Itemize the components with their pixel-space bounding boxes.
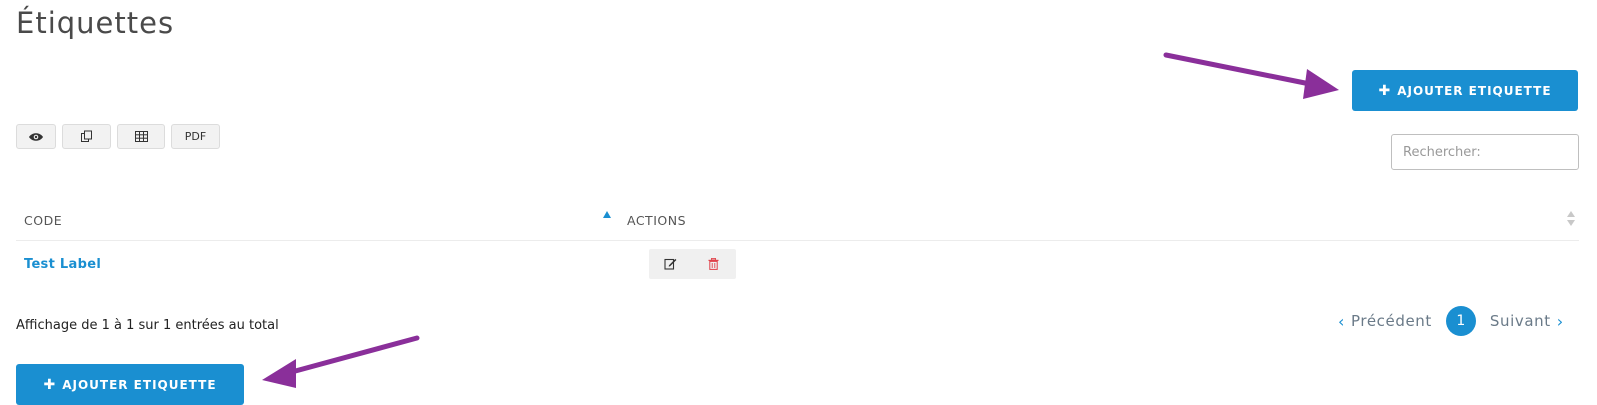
table-header-divider bbox=[16, 240, 1579, 241]
delete-button[interactable] bbox=[692, 249, 735, 279]
next-page-label: Suivant bbox=[1489, 312, 1551, 330]
previous-page-link[interactable]: ‹ Précédent bbox=[1338, 312, 1432, 331]
add-label-button-bottom[interactable]: ✚ AJOUTER ETIQUETTE bbox=[16, 364, 244, 405]
edit-button[interactable] bbox=[649, 249, 692, 279]
chevron-right-icon: › bbox=[1556, 311, 1564, 331]
pdf-button[interactable]: PDF bbox=[171, 124, 220, 149]
annotation-arrow-bottom bbox=[262, 335, 420, 388]
annotation-arrow-top bbox=[1163, 52, 1339, 99]
trash-icon bbox=[708, 255, 719, 274]
export-buttons: PDF bbox=[16, 124, 220, 149]
chevron-left-icon: ‹ bbox=[1338, 311, 1345, 331]
column-header-actions[interactable]: ACTIONS bbox=[627, 213, 686, 228]
eye-icon bbox=[28, 131, 44, 143]
previous-page-label: Précédent bbox=[1351, 312, 1432, 330]
table-icon bbox=[134, 131, 148, 142]
plus-icon: ✚ bbox=[43, 376, 57, 393]
edit-icon bbox=[664, 255, 677, 274]
pagination: ‹ Précédent 1 Suivant › bbox=[1338, 306, 1564, 336]
page-number-current[interactable]: 1 bbox=[1445, 306, 1476, 336]
copy-button[interactable] bbox=[62, 124, 111, 149]
next-page-link[interactable]: Suivant › bbox=[1490, 312, 1564, 331]
column-header-code[interactable]: CODE bbox=[24, 213, 62, 228]
annotation-arrows bbox=[262, 52, 1339, 388]
plus-icon: ✚ bbox=[1378, 82, 1392, 99]
excel-button[interactable] bbox=[117, 124, 165, 149]
sort-ascending-icon[interactable] bbox=[603, 211, 611, 218]
row-actions bbox=[649, 249, 736, 279]
copy-icon bbox=[80, 130, 93, 143]
add-label-button-top[interactable]: ✚ AJOUTER ETIQUETTE bbox=[1352, 70, 1578, 111]
view-columns-button[interactable] bbox=[16, 124, 56, 149]
add-label-button-label: AJOUTER ETIQUETTE bbox=[1397, 83, 1552, 98]
add-label-button-label: AJOUTER ETIQUETTE bbox=[62, 377, 217, 392]
page-title: Étiquettes bbox=[16, 6, 175, 40]
sort-icon[interactable] bbox=[1566, 210, 1576, 228]
table-row-code-link[interactable]: Test Label bbox=[24, 257, 101, 272]
table-info: Affichage de 1 à 1 sur 1 entrées au tota… bbox=[16, 318, 279, 333]
search-input[interactable] bbox=[1391, 134, 1579, 170]
